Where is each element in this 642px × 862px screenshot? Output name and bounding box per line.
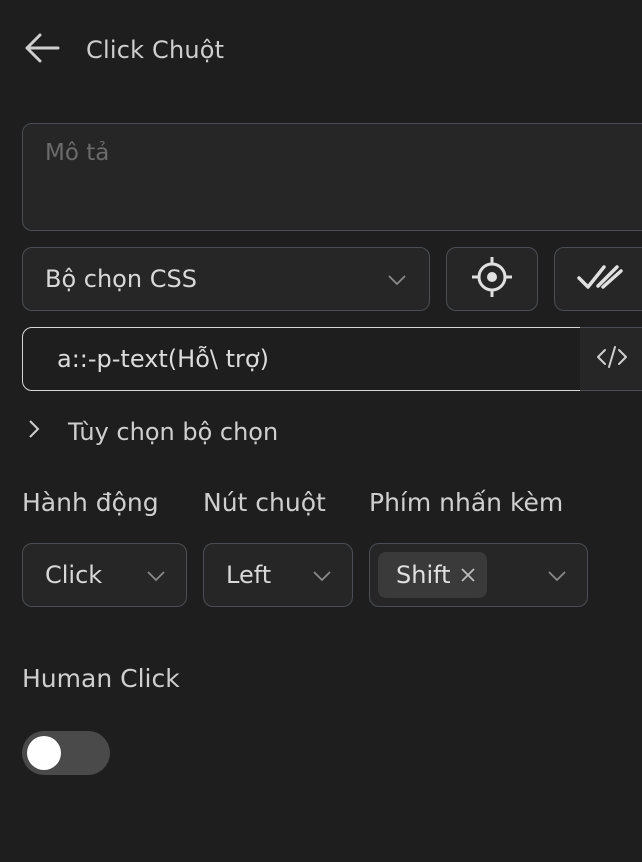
verify-selector-button[interactable] [554,247,642,311]
mouse-button-label: Nút chuột [203,488,326,517]
selector-input-value: a::-p-text(Hỗ\ trợ) [57,345,269,373]
description-textarea[interactable]: Mô tả [22,123,642,231]
human-click-label: Human Click [22,664,180,693]
close-icon[interactable] [459,566,477,584]
mouse-button-dropdown[interactable]: Left [203,543,353,607]
toggle-knob [27,736,61,770]
chevron-down-icon [146,564,166,592]
arrow-left-icon [24,33,60,67]
action-value: Click [45,561,103,589]
back-button[interactable] [24,28,68,72]
selector-options-label: Tùy chọn bộ chọn [68,418,279,446]
selector-input[interactable]: a::-p-text(Hỗ\ trợ) [22,327,582,391]
chevron-down-icon [312,564,332,592]
modifier-keys-dropdown[interactable]: Shift [369,543,588,607]
chevron-right-icon [24,418,44,446]
mouse-button-value: Left [226,561,272,589]
crosshair-icon [470,255,514,303]
double-check-icon [577,262,623,296]
selector-type-value: Bộ chọn CSS [45,265,197,293]
click-mouse-panel: Click Chuột Mô tả Bộ chọn CSS a::-p-text… [0,0,642,862]
modifier-keys-label: Phím nhấn kèm [369,488,564,517]
pick-element-button[interactable] [446,247,538,311]
chevron-down-icon [387,268,407,296]
chevron-down-icon [547,564,567,592]
action-dropdown[interactable]: Click [22,543,187,607]
selector-type-dropdown[interactable]: Bộ chọn CSS [22,247,430,311]
modifier-chip-shift: Shift [378,552,487,598]
code-icon [596,344,628,374]
human-click-toggle[interactable] [22,731,110,775]
modifier-chip-label: Shift [396,561,451,589]
action-label: Hành động [22,488,159,517]
page-title: Click Chuột [86,36,225,64]
description-placeholder: Mô tả [45,140,110,166]
selector-options-toggle[interactable]: Tùy chọn bộ chọn [24,410,278,454]
code-toggle-button[interactable] [580,327,642,391]
header: Click Chuột [24,28,224,72]
